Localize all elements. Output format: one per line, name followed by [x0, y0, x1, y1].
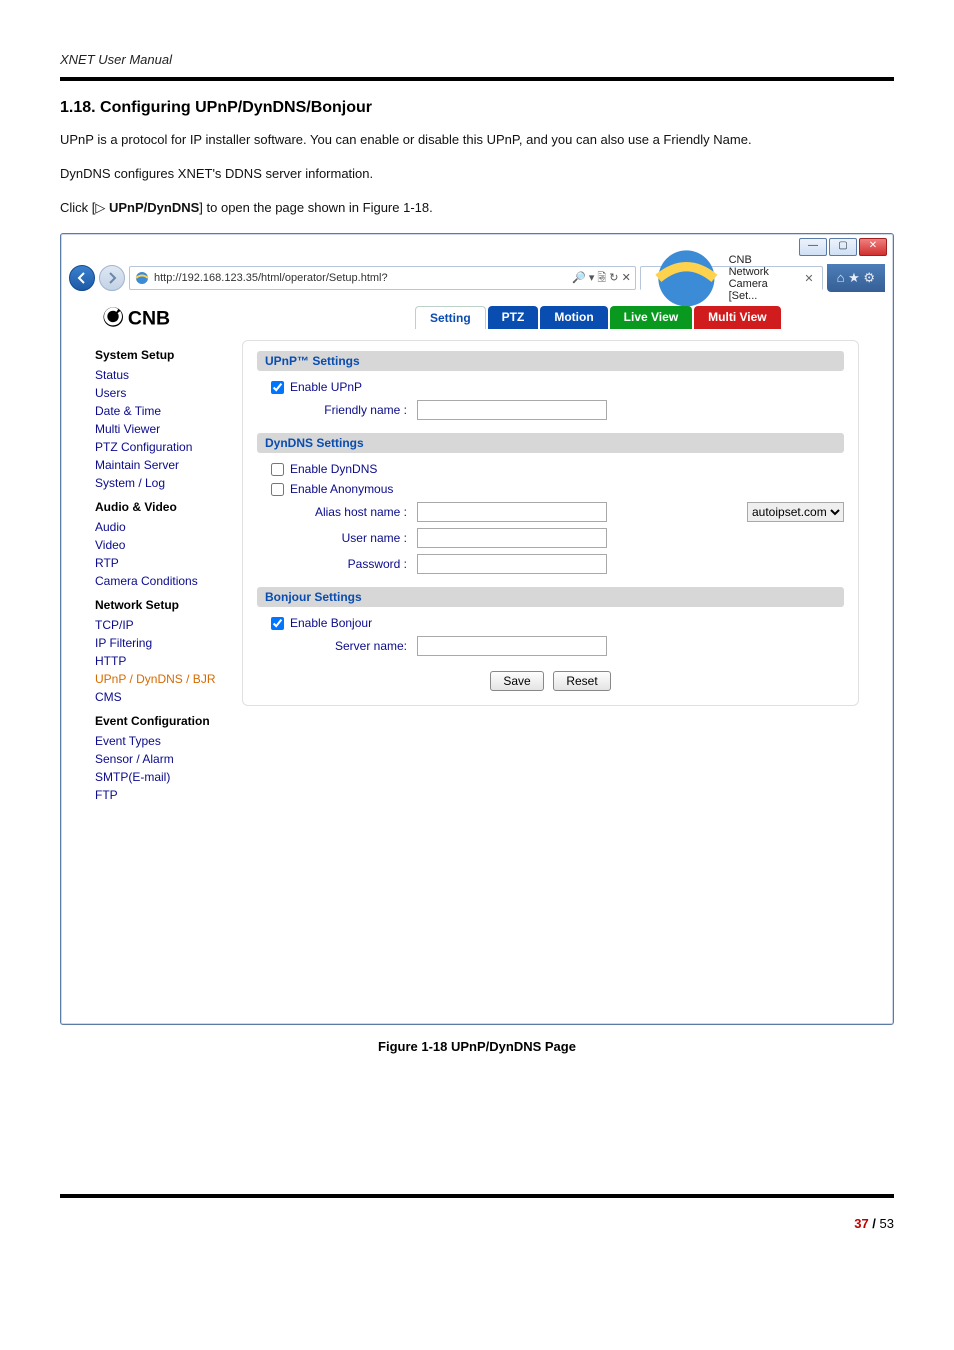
- sidebar-item-users[interactable]: Users: [95, 384, 224, 402]
- username-label: User name :: [257, 531, 417, 545]
- tab-live-view[interactable]: Live View: [610, 306, 692, 329]
- sidebar-item-systemlog[interactable]: System / Log: [95, 474, 224, 492]
- browser-tab-title: CNB Network Camera [Set...: [729, 254, 795, 302]
- friendly-name-label: Friendly name :: [257, 403, 417, 417]
- p3-pre: Click [▷: [60, 200, 109, 215]
- page-sep: /: [869, 1216, 880, 1231]
- tab-ptz[interactable]: PTZ: [488, 306, 539, 329]
- password-label: Password :: [257, 557, 417, 571]
- section-heading: 1.18. Configuring UPnP/DynDNS/Bonjour: [60, 99, 894, 117]
- enable-dyndns-label: Enable DynDNS: [290, 462, 377, 476]
- bonjour-section-title: Bonjour Settings: [257, 587, 844, 607]
- page-footer: 37 / 53: [60, 1194, 894, 1231]
- button-row: Save Reset: [257, 671, 844, 691]
- paragraph-1: UPnP is a protocol for IP installer soft…: [60, 127, 894, 153]
- server-name-label: Server name:: [257, 639, 417, 653]
- arrow-left-icon: [76, 272, 88, 284]
- sidebar-group-event: Event Configuration: [95, 714, 224, 728]
- enable-dyndns-checkbox[interactable]: [271, 463, 284, 476]
- enable-bonjour-checkbox[interactable]: [271, 617, 284, 630]
- paragraph-2: DynDNS configures XNET's DDNS server inf…: [60, 161, 894, 187]
- tab-setting[interactable]: Setting: [415, 306, 486, 329]
- sidebar-group-system: System Setup: [95, 348, 224, 362]
- app-body: System Setup Status Users Date & Time Mu…: [95, 340, 859, 804]
- sidebar-item-camera[interactable]: Camera Conditions: [95, 572, 224, 590]
- friendly-name-input[interactable]: [417, 400, 607, 420]
- sidebar-item-multiviewer[interactable]: Multi Viewer: [95, 420, 224, 438]
- sidebar-item-status[interactable]: Status: [95, 366, 224, 384]
- figure-caption: Figure 1-18 UPnP/DynDNS Page: [60, 1039, 894, 1054]
- address-tools[interactable]: 🔎 ▾ 🗟 ↻ ✕: [568, 269, 635, 288]
- dyndns-section-title: DynDNS Settings: [257, 433, 844, 453]
- enable-anonymous-label: Enable Anonymous: [290, 482, 393, 496]
- sidebar-item-http[interactable]: HTTP: [95, 652, 224, 670]
- username-input[interactable]: [417, 528, 607, 548]
- manual-title: XNET User Manual: [60, 52, 894, 67]
- ie-icon: [134, 270, 150, 286]
- app-header: CNB Setting PTZ Motion Live View Multi V…: [95, 302, 859, 332]
- cnb-logo: CNB: [95, 302, 255, 332]
- sidebar-item-ptzconfig[interactable]: PTZ Configuration: [95, 438, 224, 456]
- page-current: 37: [854, 1216, 868, 1231]
- browser-address-row: http://192.168.123.35/html/operator/Setu…: [61, 234, 893, 292]
- sidebar-item-ipfilter[interactable]: IP Filtering: [95, 634, 224, 652]
- nav-forward-button[interactable]: [99, 265, 125, 291]
- browser-tab[interactable]: CNB Network Camera [Set... ✕: [640, 266, 823, 290]
- address-url: http://192.168.123.35/html/operator/Setu…: [154, 272, 568, 284]
- sidebar-item-rtp[interactable]: RTP: [95, 554, 224, 572]
- paragraph-3: Click [▷ UPnP/DynDNS] to open the page s…: [60, 195, 894, 221]
- sidebar-item-sensor[interactable]: Sensor / Alarm: [95, 750, 224, 768]
- address-bar[interactable]: http://192.168.123.35/html/operator/Setu…: [129, 266, 636, 290]
- nav-back-button[interactable]: [69, 265, 95, 291]
- p3-bold: UPnP/DynDNS: [109, 200, 199, 215]
- window-close-button[interactable]: ✕: [859, 238, 887, 256]
- sidebar-item-cms[interactable]: CMS: [95, 688, 224, 706]
- settings-fieldset: UPnP™ Settings Enable UPnP Friendly name…: [242, 340, 859, 706]
- alias-host-label: Alias host name :: [257, 505, 417, 519]
- enable-anonymous-checkbox[interactable]: [271, 483, 284, 496]
- tab-motion[interactable]: Motion: [540, 306, 607, 329]
- tab-multi-view[interactable]: Multi View: [694, 306, 780, 329]
- sidebar-item-tcpip[interactable]: TCP/IP: [95, 616, 224, 634]
- header-rule: [60, 77, 894, 81]
- sidebar-item-video[interactable]: Video: [95, 536, 224, 554]
- sidebar-item-upnp[interactable]: UPnP / DynDNS / BJR: [95, 670, 224, 688]
- sidebar-item-smtp[interactable]: SMTP(E-mail): [95, 768, 224, 786]
- sidebar-group-network: Network Setup: [95, 598, 224, 612]
- enable-upnp-label: Enable UPnP: [290, 380, 362, 394]
- sidebar-group-av: Audio & Video: [95, 500, 224, 514]
- sidebar-item-ftp[interactable]: FTP: [95, 786, 224, 804]
- sidebar-item-datetime[interactable]: Date & Time: [95, 402, 224, 420]
- browser-window: — ▢ ✕ http://192.168.123.35/html/operato…: [60, 233, 894, 1025]
- window-maximize-button[interactable]: ▢: [829, 238, 857, 256]
- enable-bonjour-label: Enable Bonjour: [290, 616, 372, 630]
- sidebar-item-audio[interactable]: Audio: [95, 518, 224, 536]
- server-name-input[interactable]: [417, 636, 607, 656]
- p3-post: ] to open the page shown in Figure 1-18.: [199, 200, 432, 215]
- ie-icon: [649, 241, 724, 316]
- window-minimize-button[interactable]: —: [799, 238, 827, 256]
- page-total: 53: [880, 1216, 894, 1231]
- ie-toolbar-icons[interactable]: ⌂ ★ ⚙: [827, 264, 885, 292]
- footer-rule: [60, 1194, 894, 1198]
- sidebar-item-eventtypes[interactable]: Event Types: [95, 732, 224, 750]
- alias-host-input[interactable]: [417, 502, 607, 522]
- domain-select[interactable]: autoipset.com: [747, 502, 844, 522]
- sidebar: System Setup Status Users Date & Time Mu…: [95, 340, 224, 804]
- sidebar-item-maintain[interactable]: Maintain Server: [95, 456, 224, 474]
- app-tabs: Setting PTZ Motion Live View Multi View: [415, 306, 781, 329]
- settings-panel: UPnP™ Settings Enable UPnP Friendly name…: [242, 340, 859, 804]
- reset-button[interactable]: Reset: [553, 671, 610, 691]
- app-area: CNB Setting PTZ Motion Live View Multi V…: [95, 302, 859, 804]
- upnp-section-title: UPnP™ Settings: [257, 351, 844, 371]
- arrow-right-icon: [106, 272, 118, 284]
- password-input[interactable]: [417, 554, 607, 574]
- window-controls: — ▢ ✕: [799, 238, 887, 256]
- tab-close-icon[interactable]: ✕: [804, 272, 813, 285]
- enable-upnp-checkbox[interactable]: [271, 381, 284, 394]
- page-number: 37 / 53: [60, 1216, 894, 1231]
- save-button[interactable]: Save: [490, 671, 543, 691]
